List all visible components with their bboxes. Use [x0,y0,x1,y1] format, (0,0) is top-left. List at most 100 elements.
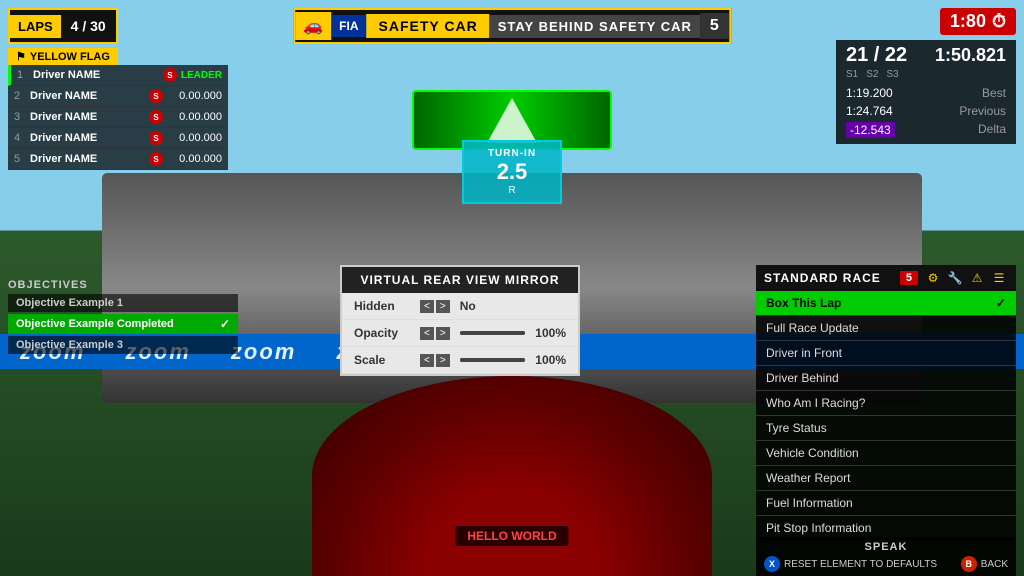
settings-icon[interactable]: ⚙ [924,269,942,287]
menu-item-driver-in-front[interactable]: Driver in Front [756,341,1016,366]
objectives-panel: OBJECTIVES Objective Example 1 Objective… [8,279,238,356]
car-view [312,376,712,576]
driver-pos-2: 2 [14,90,26,102]
checkmark-icon: ✓ [220,317,230,331]
menu-item-label-6: Tyre Status [766,421,827,435]
driver-time-4: 0.00.000 [167,132,222,144]
driver-s-icon-1: S [163,68,177,82]
standard-race-title: STANDARD RACE [764,271,894,285]
hello-world-text: HELLO WORLD [467,529,556,543]
menu-item-label-5: Who Am I Racing? [766,396,865,410]
safety-car-message: STAY BEHIND SAFETY CAR [490,15,700,38]
menu-item-who-am-i-racing[interactable]: Who Am I Racing? [756,391,1016,416]
driver-pos-4: 4 [14,132,26,144]
mirror-panel: VIRTUAL REAR VIEW MIRROR Hidden < > No O… [340,265,580,376]
reset-action[interactable]: X RESET ELEMENT TO DEFAULTS [764,556,937,572]
s2-label: S2 [866,69,878,80]
mirror-scale-row: Scale < > 100% [342,347,578,374]
mirror-panel-title: VIRTUAL REAR VIEW MIRROR [342,267,578,293]
menu-item-weather-report[interactable]: Weather Report [756,466,1016,491]
driver-name-1: Driver NAME [33,69,159,81]
safety-car-number: 5 [700,13,729,39]
delta-label: Delta [978,122,1006,138]
mirror-hidden-arrows[interactable]: < > [420,300,450,313]
engineer-menu-panel: STANDARD RACE 5 ⚙ 🔧 ⚠ ☰ Box This Lap ✓ F… [756,265,1016,541]
turn-in-label: TURN-IN [484,148,540,159]
menu-item-box-this-lap[interactable]: Box This Lap ✓ [756,291,1016,316]
menu-item-driver-behind[interactable]: Driver Behind [756,366,1016,391]
turn-in-indicator: TURN-IN 2.5 R [462,140,562,204]
driver-pos-3: 3 [14,111,26,123]
b-button[interactable]: B [961,556,977,572]
objective-item-3: Objective Example 3 [8,336,238,354]
mirror-opacity-arrows[interactable]: < > [420,327,450,340]
mirror-scale-right-btn[interactable]: > [436,354,450,367]
timer-value: 1:80 [950,11,986,32]
best-time: 1:19.200 [846,86,893,100]
driver-time-3: 0.00.000 [167,111,222,123]
zoom-logo-3: zoom [231,339,296,365]
mirror-hidden-value: No [460,299,476,313]
mirror-hidden-label: Hidden [354,299,414,313]
s3-label: S3 [886,69,898,80]
menu-icon[interactable]: ☰ [990,269,1008,287]
previous-time: 1:24.764 [846,104,893,118]
mirror-hidden-row: Hidden < > No [342,293,578,320]
best-label: Best [982,86,1006,100]
driver-name-4: Driver NAME [30,132,145,144]
menu-item-label-7: Vehicle Condition [766,446,859,460]
turn-in-value: 2.5 [484,159,540,185]
warning-icon[interactable]: ⚠ [968,269,986,287]
back-label: BACK [981,559,1008,570]
safety-car-label: SAFETY CAR [366,14,489,38]
mirror-scale-value: 100% [535,353,566,367]
table-row: 4 Driver NAME S 0.00.000 [8,128,228,149]
opacity-slider[interactable] [460,331,526,335]
driver-s-icon-5: S [149,152,163,166]
x-button[interactable]: X [764,556,780,572]
menu-item-label-10: Pit Stop Information [766,521,871,535]
menu-item-tyre-status[interactable]: Tyre Status [756,416,1016,441]
panel-icons: ⚙ 🔧 ⚠ ☰ [924,269,1008,287]
flag-label: YELLOW FLAG [30,51,110,63]
back-action[interactable]: B BACK [961,556,1008,572]
tools-icon[interactable]: 🔧 [946,269,964,287]
table-row: 1 Driver NAME S LEADER [8,65,228,86]
mirror-hidden-left-btn[interactable]: < [420,300,434,313]
menu-item-vehicle-condition[interactable]: Vehicle Condition [756,441,1016,466]
menu-item-full-race-update[interactable]: Full Race Update [756,316,1016,341]
mirror-opacity-left-btn[interactable]: < [420,327,434,340]
safety-car-banner: 🚗 FIA SAFETY CAR STAY BEHIND SAFETY CAR … [293,8,731,44]
driver-name-5: Driver NAME [30,153,145,165]
scale-slider-fill [460,358,526,362]
laps-box: LAPS 4 / 30 [8,8,118,44]
menu-item-label-8: Weather Report [766,471,851,485]
s1-label: S1 [846,69,858,80]
table-row: 5 Driver NAME S 0.00.000 [8,149,228,170]
bottom-buttons: X RESET ELEMENT TO DEFAULTS B BACK [764,556,1008,572]
scale-slider[interactable] [460,358,526,362]
mirror-opacity-right-btn[interactable]: > [436,327,450,340]
mirror-hidden-right-btn[interactable]: > [436,300,450,313]
driver-s-icon-4: S [149,131,163,145]
laps-label: LAPS [10,15,61,38]
delta-time: -12.543 [846,122,895,138]
mirror-scale-left-btn[interactable]: < [420,354,434,367]
driver-time-2: 0.00.000 [167,90,222,102]
driver-leaderboard: 1 Driver NAME S LEADER 2 Driver NAME S 0… [8,65,228,170]
driver-pos-5: 5 [14,153,26,165]
objective-completed-label: Objective Example Completed [16,318,174,330]
driver-time-1: LEADER [181,70,222,81]
mirror-scale-arrows[interactable]: < > [420,354,450,367]
driver-s-icon-2: S [149,89,163,103]
laps-value: 4 / 30 [61,14,116,38]
right-panel-header: STANDARD RACE 5 ⚙ 🔧 ⚠ ☰ [756,265,1016,291]
timer-icon: ⏱ [992,11,1006,32]
table-row: 2 Driver NAME S 0.00.000 [8,86,228,107]
mirror-opacity-row: Opacity < > 100% [342,320,578,347]
menu-item-label-4: Driver Behind [766,371,839,385]
menu-item-fuel-information[interactable]: Fuel Information [756,491,1016,516]
mirror-opacity-value: 100% [535,326,566,340]
race-timing-panel: 21 / 22 1:50.821 S1 S2 S3 1:19.200 Best … [836,40,1016,144]
reset-label: RESET ELEMENT TO DEFAULTS [784,559,937,570]
